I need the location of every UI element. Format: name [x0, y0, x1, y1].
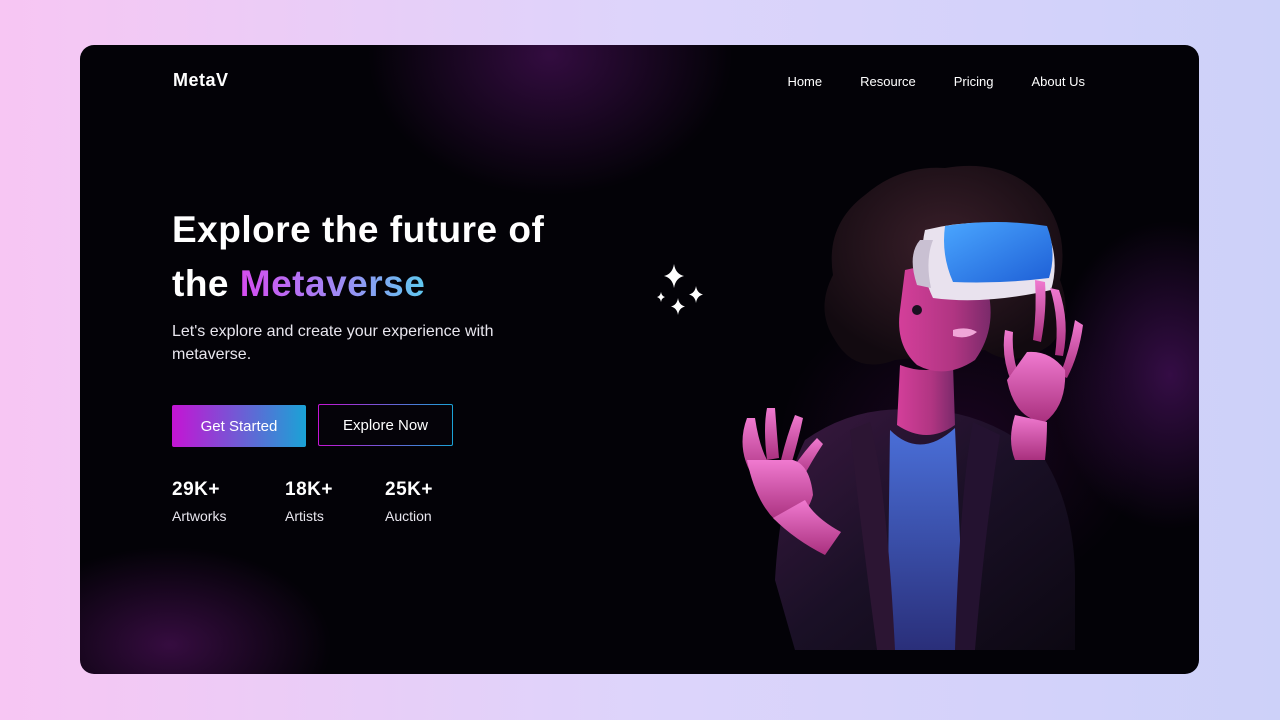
top-nav: Home Resource Pricing About Us: [787, 74, 1085, 89]
hero-image: [742, 165, 1083, 650]
get-started-button[interactable]: Get Started: [172, 405, 306, 447]
stat-label: Auction: [385, 508, 432, 524]
stat-value: 18K+: [285, 479, 333, 500]
stat-label: Artists: [285, 508, 324, 524]
stat-value: 25K+: [385, 479, 433, 500]
stat-artworks: 29K+ Artworks: [172, 479, 285, 524]
headline-line-1: Explore the future of: [172, 209, 545, 250]
hero-card: MetaV Home Resource Pricing About Us Exp…: [80, 45, 1199, 674]
stat-auction: 25K+ Auction: [385, 479, 498, 524]
nav-item-about-us[interactable]: About Us: [1032, 74, 1085, 89]
nav-item-home[interactable]: Home: [787, 74, 822, 89]
nav-item-pricing[interactable]: Pricing: [954, 74, 994, 89]
stats-row: 29K+ Artworks 18K+ Artists 25K+ Auction: [172, 479, 498, 524]
hero-headline: Explore the future of the Metaverse: [172, 203, 544, 311]
stat-label: Artworks: [172, 508, 227, 524]
explore-now-button[interactable]: Explore Now: [318, 404, 453, 446]
hero-subtitle: Let's explore and create your experience…: [172, 323, 494, 363]
nav-item-resource[interactable]: Resource: [860, 74, 916, 89]
stat-artists: 18K+ Artists: [285, 479, 385, 524]
logo[interactable]: MetaV: [173, 70, 229, 91]
stat-value: 29K+: [172, 479, 220, 500]
explore-now-label: Explore Now: [319, 405, 452, 445]
headline-highlight: Metaverse: [239, 263, 426, 304]
headline-line-2-prefix: the: [172, 263, 229, 304]
